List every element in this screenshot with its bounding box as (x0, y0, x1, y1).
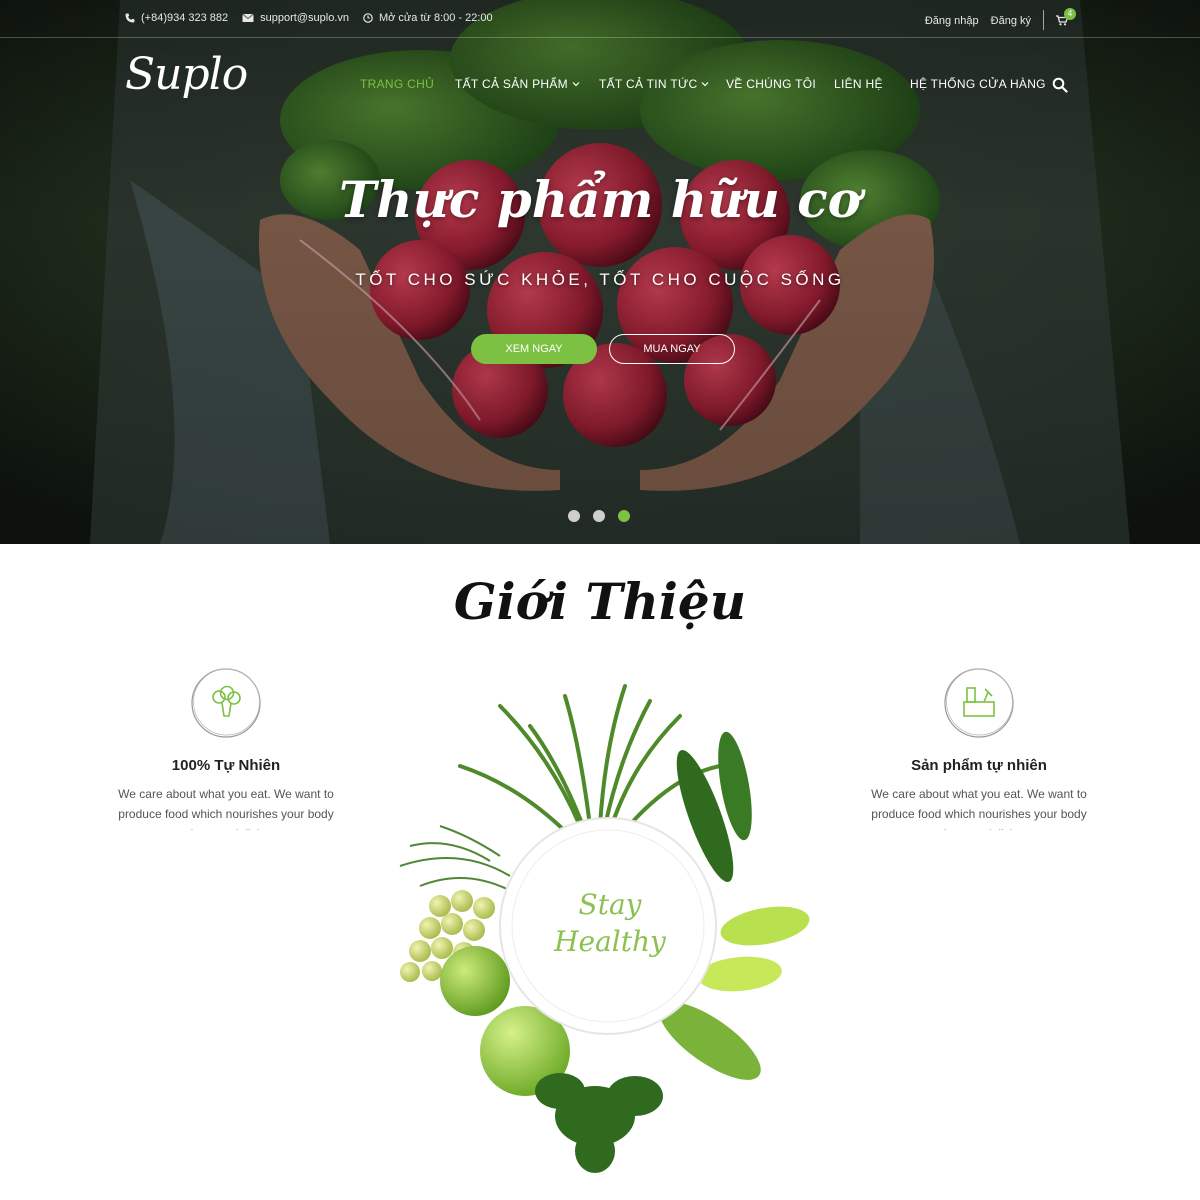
menu-item-about[interactable]: Về chúng tôi (726, 77, 834, 91)
broccoli-icon (191, 668, 261, 738)
hours-text: Mở cửa từ 8:00 - 22:00 (379, 12, 493, 24)
produce-box-icon (944, 668, 1014, 738)
phone-info[interactable]: (+84)934 323 882 (125, 12, 228, 24)
menu-label: Trang chủ (360, 77, 435, 91)
vegetables-plate-image: Stay Healthy (399, 684, 810, 1173)
menu-label: Tất cả tin tức (599, 77, 698, 91)
buy-now-button[interactable]: Mua ngay (609, 334, 735, 364)
chevron-down-icon (702, 82, 709, 87)
cart-button[interactable]: 4 (1056, 8, 1076, 27)
menu-label: Liên hệ (834, 77, 883, 91)
feature-natural-products: Sản phẩm tự nhiên We care about what you… (864, 666, 1094, 830)
envelope-icon (242, 13, 254, 22)
site-logo[interactable]: Suplo (125, 49, 248, 100)
feature-natural: 100% Tự Nhiên We care about what you eat… (111, 666, 341, 830)
hero-title: Thực phẩm hữu cơ (338, 170, 862, 229)
menu-item-home[interactable]: Trang chủ (360, 77, 455, 91)
top-bar: (+84)934 323 882 support@suplo.vn Mở cửa… (0, 0, 1200, 38)
feature-title: Sản phẩm tự nhiên (911, 757, 1047, 774)
clock-icon (363, 13, 373, 23)
hero-subtitle: Tốt cho sức khỏe, tốt cho cuộc sống (355, 270, 845, 289)
menu-item-contact[interactable]: Liên hệ (834, 77, 910, 91)
register-link[interactable]: Đăng ký (991, 15, 1031, 27)
slider-dots (568, 510, 630, 522)
slider-dot[interactable] (568, 510, 580, 522)
phone-number: (+84)934 323 882 (141, 12, 229, 24)
intro-section-title: Giới Thiệu (453, 572, 747, 631)
email-info[interactable]: support@suplo.vn (242, 12, 349, 24)
main-menu: Trang chủ Tất cả sản phẩm Tất cả tin tức… (360, 77, 1060, 91)
search-icon[interactable] (1052, 77, 1068, 93)
plate-text-healthy: Healthy (553, 925, 667, 958)
view-now-button[interactable]: Xem ngay (471, 334, 597, 364)
login-link[interactable]: Đăng nhập (925, 15, 979, 27)
feature-text: We care about what you eat. We want to p… (118, 787, 334, 830)
opening-hours: Mở cửa từ 8:00 - 22:00 (363, 12, 493, 24)
hero-slider: (+84)934 323 882 support@suplo.vn Mở cửa… (0, 0, 1200, 544)
slider-dot-active[interactable] (618, 510, 630, 522)
cart-count-badge: 4 (1064, 8, 1076, 20)
menu-item-all-products[interactable]: Tất cả sản phẩm (455, 77, 599, 91)
divider (1043, 10, 1044, 30)
contact-info: (+84)934 323 882 support@suplo.vn Mở cửa… (125, 12, 493, 24)
menu-label: Về chúng tôi (726, 77, 817, 91)
feature-text: We care about what you eat. We want to p… (871, 787, 1087, 830)
feature-title: 100% Tự Nhiên (171, 757, 281, 774)
menu-label: Tất cả sản phẩm (455, 77, 568, 91)
menu-item-all-news[interactable]: Tất cả tin tức (599, 77, 726, 91)
chevron-down-icon (572, 82, 580, 87)
menu-item-stores[interactable]: Hệ thống cửa hàng (910, 77, 1060, 91)
plate-text-stay: Stay (579, 888, 643, 921)
menu-label: Hệ thống cửa hàng (910, 77, 1046, 91)
slider-dot[interactable] (593, 510, 605, 522)
account-links: Đăng nhập Đăng ký 4 (925, 8, 1076, 30)
phone-icon (125, 13, 135, 23)
main-navbar: Suplo Trang chủ Tất cả sản phẩm Tất cả t… (0, 39, 1200, 129)
email-address: support@suplo.vn (260, 12, 349, 24)
